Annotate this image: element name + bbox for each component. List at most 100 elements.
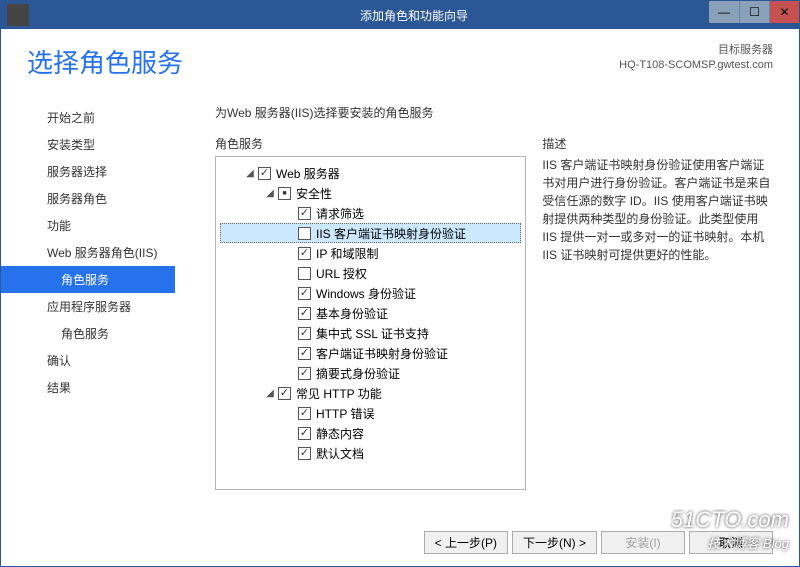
header-area: 选择角色服务 目标服务器 HQ-T108-SCOMSP.gwtest.com xyxy=(1,29,799,86)
tree-item-label: 默认文档 xyxy=(316,445,364,462)
checkbox[interactable] xyxy=(298,247,311,260)
tree-item-label: HTTP 错误 xyxy=(316,405,374,422)
cancel-button[interactable]: 取消 xyxy=(689,531,773,554)
tree-row[interactable]: URL 授权 xyxy=(220,263,521,283)
maximize-button[interactable]: ☐ xyxy=(739,1,769,23)
expander-icon xyxy=(284,447,296,459)
tree-row[interactable]: 客户端证书映射身份验证 xyxy=(220,343,521,363)
roles-label: 角色服务 xyxy=(215,135,526,152)
tree-item-label: 摘要式身份验证 xyxy=(316,365,400,382)
tree-item-label: Web 服务器 xyxy=(276,165,340,182)
tree-item-label: 常见 HTTP 功能 xyxy=(296,385,382,402)
previous-button[interactable]: < 上一步(P) xyxy=(424,531,508,554)
description-text: IIS 客户端证书映射身份验证使用客户端证书对用户进行身份验证。客户端证书是来自… xyxy=(542,156,773,264)
checkbox[interactable] xyxy=(298,427,311,440)
checkbox[interactable] xyxy=(298,307,311,320)
sidebar-item[interactable]: 确认 xyxy=(1,347,175,374)
expander-icon[interactable]: ◢ xyxy=(264,187,276,199)
client-area: 选择角色服务 目标服务器 HQ-T108-SCOMSP.gwtest.com 开… xyxy=(1,29,799,566)
expander-icon xyxy=(284,327,296,339)
expander-icon[interactable]: ◢ xyxy=(244,167,256,179)
titlebar: 添加角色和功能向导 — ☐ ✕ xyxy=(1,1,799,29)
tree-item-label: 集中式 SSL 证书支持 xyxy=(316,325,429,342)
tree-row[interactable]: HTTP 错误 xyxy=(220,403,521,423)
tree-item-label: Windows 身份验证 xyxy=(316,285,416,302)
tree-row[interactable]: 静态内容 xyxy=(220,423,521,443)
tree-item-label: 基本身份验证 xyxy=(316,305,388,322)
tree-row[interactable]: 请求筛选 xyxy=(220,203,521,223)
checkbox[interactable] xyxy=(278,387,291,400)
instruction-text: 为Web 服务器(IIS)选择要安装的角色服务 xyxy=(175,104,773,121)
expander-icon xyxy=(284,427,296,439)
tree-item-label: 客户端证书映射身份验证 xyxy=(316,345,448,362)
expander-icon xyxy=(284,287,296,299)
window-controls: — ☐ ✕ xyxy=(709,1,799,23)
tree-item-label: 静态内容 xyxy=(316,425,364,442)
body-area: 开始之前安装类型服务器选择服务器角色功能Web 服务器角色(IIS)角色服务应用… xyxy=(1,86,799,518)
window-title: 添加角色和功能向导 xyxy=(29,7,799,24)
tree-row[interactable]: Windows 身份验证 xyxy=(220,283,521,303)
target-label: 目标服务器 xyxy=(619,43,773,58)
install-button: 安装(I) xyxy=(601,531,685,554)
tree-item-label: IIS 客户端证书映射身份验证 xyxy=(316,225,466,242)
checkbox[interactable] xyxy=(298,287,311,300)
checkbox[interactable] xyxy=(278,187,291,200)
sidebar-item[interactable]: 开始之前 xyxy=(1,104,175,131)
tree-row[interactable]: IIS 客户端证书映射身份验证 xyxy=(220,223,521,243)
description-column: 描述 IIS 客户端证书映射身份验证使用客户端证书对用户进行身份验证。客户端证书… xyxy=(542,135,773,518)
sidebar: 开始之前安装类型服务器选择服务器角色功能Web 服务器角色(IIS)角色服务应用… xyxy=(1,86,175,518)
tree-item-label: 安全性 xyxy=(296,185,332,202)
tree-row[interactable]: 基本身份验证 xyxy=(220,303,521,323)
sidebar-item[interactable]: 角色服务 xyxy=(1,320,175,347)
tree-item-label: URL 授权 xyxy=(316,265,367,282)
checkbox[interactable] xyxy=(298,207,311,220)
sidebar-item[interactable]: Web 服务器角色(IIS) xyxy=(1,239,175,266)
tree-row[interactable]: ◢ Web 服务器 xyxy=(220,163,521,183)
checkbox[interactable] xyxy=(298,327,311,340)
expander-icon xyxy=(284,347,296,359)
app-icon xyxy=(7,4,29,26)
target-info: 目标服务器 HQ-T108-SCOMSP.gwtest.com xyxy=(619,43,773,80)
wizard-window: 添加角色和功能向导 — ☐ ✕ 选择角色服务 目标服务器 HQ-T108-SCO… xyxy=(0,0,800,567)
tree-row[interactable]: ◢ 安全性 xyxy=(220,183,521,203)
expander-icon xyxy=(284,367,296,379)
tree-item-label: 请求筛选 xyxy=(316,205,364,222)
sidebar-item[interactable]: 结果 xyxy=(1,374,175,401)
minimize-button[interactable]: — xyxy=(709,1,739,23)
description-label: 描述 xyxy=(542,135,773,152)
tree-row[interactable]: 集中式 SSL 证书支持 xyxy=(220,323,521,343)
next-button[interactable]: 下一步(N) > xyxy=(512,531,597,554)
tree-row[interactable]: ◢ 常见 HTTP 功能 xyxy=(220,383,521,403)
footer: < 上一步(P) 下一步(N) > 安装(I) 取消 xyxy=(1,518,799,566)
checkbox[interactable] xyxy=(298,407,311,420)
expander-icon[interactable]: ◢ xyxy=(264,387,276,399)
sidebar-item[interactable]: 服务器角色 xyxy=(1,185,175,212)
content-columns: 角色服务 ◢Web 服务器◢安全性请求筛选IIS 客户端证书映射身份验证IP 和… xyxy=(175,135,773,518)
expander-icon xyxy=(284,407,296,419)
tree-row[interactable]: 摘要式身份验证 xyxy=(220,363,521,383)
role-services-tree[interactable]: ◢Web 服务器◢安全性请求筛选IIS 客户端证书映射身份验证IP 和域限制UR… xyxy=(215,156,526,490)
checkbox[interactable] xyxy=(298,267,311,280)
checkbox[interactable] xyxy=(258,167,271,180)
expander-icon xyxy=(284,247,296,259)
tree-row[interactable]: IP 和域限制 xyxy=(220,243,521,263)
checkbox[interactable] xyxy=(298,227,311,240)
tree-item-label: IP 和域限制 xyxy=(316,245,378,262)
close-button[interactable]: ✕ xyxy=(769,1,799,23)
checkbox[interactable] xyxy=(298,367,311,380)
content-area: 为Web 服务器(IIS)选择要安装的角色服务 角色服务 ◢Web 服务器◢安全… xyxy=(175,86,799,518)
sidebar-item[interactable]: 功能 xyxy=(1,212,175,239)
expander-icon xyxy=(284,207,296,219)
tree-row[interactable]: 默认文档 xyxy=(220,443,521,463)
checkbox[interactable] xyxy=(298,347,311,360)
sidebar-item[interactable]: 角色服务 xyxy=(1,266,175,293)
sidebar-item[interactable]: 安装类型 xyxy=(1,131,175,158)
checkbox[interactable] xyxy=(298,447,311,460)
sidebar-item[interactable]: 应用程序服务器 xyxy=(1,293,175,320)
target-value: HQ-T108-SCOMSP.gwtest.com xyxy=(619,58,773,73)
expander-icon xyxy=(284,227,296,239)
roles-column: 角色服务 ◢Web 服务器◢安全性请求筛选IIS 客户端证书映射身份验证IP 和… xyxy=(215,135,526,518)
expander-icon xyxy=(284,267,296,279)
page-title: 选择角色服务 xyxy=(27,43,183,80)
sidebar-item[interactable]: 服务器选择 xyxy=(1,158,175,185)
